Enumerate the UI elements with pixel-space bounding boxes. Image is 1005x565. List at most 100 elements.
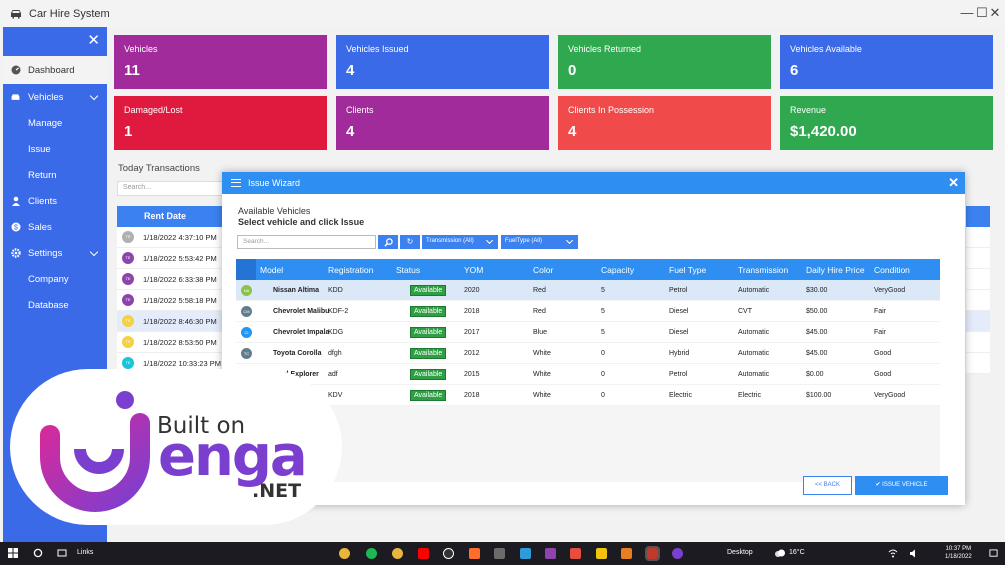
sidebar-item-manage[interactable]: Manage [3, 110, 107, 136]
system-clock[interactable]: 10:37 PM 1/18/2022 [945, 545, 972, 561]
vehicle-row[interactable]: TC Available Toyota Corolla dfgh 2012 White 0 H… [236, 343, 940, 364]
sidebar-item-label: Clients [28, 195, 58, 207]
refresh-button[interactable]: ↻ [400, 235, 420, 249]
stat-value: 4 [346, 62, 355, 79]
column-header-rent-date[interactable]: Rent Date [117, 206, 227, 227]
vehicle-color: White [533, 392, 551, 399]
active-app-icon[interactable] [645, 546, 660, 561]
notifications-icon[interactable] [989, 549, 998, 558]
issue-vehicle-button[interactable]: ✔ ISSUE VEHICLE [855, 476, 948, 495]
chrome-icon[interactable] [339, 548, 350, 559]
table-row[interactable]: TE 1/18/2022 8:46:30 PM [117, 311, 227, 332]
back-button[interactable]: << BACK [803, 476, 852, 495]
stat-card-clients: Clients 4 [336, 96, 549, 150]
sidebar-item-label: Dashboard [28, 64, 75, 76]
sidebar-item-label: Manage [28, 117, 63, 129]
sidebar-item-clients[interactable]: Clients [3, 188, 107, 214]
brave-icon[interactable] [469, 548, 480, 559]
vehicle-row[interactable]: FEAvailableFord Exploreradf2015White0Pet… [236, 364, 940, 385]
sidebar-item-sales[interactable]: $ Sales [3, 214, 107, 240]
status-badge: Available [410, 285, 447, 296]
search-icon[interactable] [33, 548, 43, 558]
vehicle-fuel-type: Electric [669, 392, 692, 399]
jenga-app-icon[interactable] [672, 548, 683, 559]
youtube-icon[interactable] [418, 548, 429, 559]
table-row[interactable]: TE 1/18/2022 8:53:50 PM [117, 332, 227, 353]
maximize-button[interactable]: ☐ [975, 5, 989, 21]
column-header-color[interactable]: Color [533, 265, 553, 275]
transactions-search-input[interactable]: Search... [117, 181, 227, 196]
desktop-toolbar[interactable]: Desktop [727, 549, 753, 556]
table-row[interactable]: TE 1/18/2022 5:58:18 PM [117, 290, 227, 311]
sidebar-item-return[interactable]: Return [3, 162, 107, 188]
sidebar-item-database[interactable]: Database [3, 292, 107, 318]
weather-temperature[interactable]: 16°C [789, 549, 805, 556]
sidebar-item-settings[interactable]: Settings [3, 240, 107, 266]
table-row-right [966, 290, 990, 311]
windows-start-icon[interactable] [8, 548, 18, 558]
chrome-canary-icon[interactable] [392, 548, 403, 559]
weather-cloud-icon [775, 549, 785, 557]
column-header-yom[interactable]: YOM [464, 265, 483, 275]
heading-text: Available Vehicles [238, 206, 311, 216]
transmission-filter-dropdown[interactable]: Transmission (All) [422, 235, 498, 249]
spotify-icon[interactable] [366, 548, 377, 559]
stat-label: Vehicles [124, 44, 158, 54]
table-row[interactable]: TE 1/18/2022 6:33:38 PM [117, 269, 227, 290]
vehicle-search-input[interactable]: Search... [237, 235, 376, 249]
app-icon[interactable] [494, 548, 505, 559]
table-row-right [966, 353, 990, 374]
close-icon[interactable]: ✕ [948, 175, 959, 191]
column-header-fuel-type[interactable]: Fuel Type [669, 265, 706, 275]
avatar: TE [122, 294, 134, 306]
visual-studio-icon[interactable] [545, 548, 556, 559]
car-icon [10, 92, 21, 103]
vehicle-row[interactable]: NA Available Nissan Altima KDD 2020 Red 5 Petro… [236, 280, 940, 301]
vehicle-row[interactable]: CI Available Chevrolet Impala KDG 2017 Blue 5 D… [236, 322, 940, 343]
column-header-model[interactable]: Model [260, 265, 283, 275]
figma-icon[interactable] [570, 548, 581, 559]
stat-value: 4 [346, 123, 355, 140]
vscode-icon[interactable] [520, 548, 531, 559]
vehicle-row[interactable]: CM Available Chevrolet Malibu KDF-2 2018 Red 5… [236, 301, 940, 322]
vehicle-fuel-type: Hybrid [669, 350, 690, 357]
rent-date: 1/18/2022 5:53:42 PM [143, 254, 217, 263]
vehicle-color: White [533, 350, 551, 357]
wifi-icon[interactable] [888, 549, 898, 558]
search-button[interactable] [378, 235, 398, 249]
minimize-button[interactable]: — [960, 5, 974, 20]
task-view-icon[interactable] [57, 548, 67, 558]
stat-card-revenue: Revenue $1,420.00 [780, 96, 993, 150]
column-header-status[interactable]: Status [396, 265, 420, 275]
column-header-registration[interactable]: Registration [328, 265, 373, 275]
app-icon[interactable] [621, 548, 632, 559]
table-row[interactable]: TE 1/18/2022 4:37:10 PM [117, 227, 227, 248]
fueltype-filter-dropdown[interactable]: FuelType (All) [501, 235, 578, 249]
menu-icon[interactable] [231, 179, 241, 187]
file-explorer-icon[interactable] [596, 548, 607, 559]
sidebar-close-icon[interactable]: ✕ [87, 31, 100, 49]
rent-date: 1/18/2022 4:37:10 PM [143, 233, 217, 242]
sidebar-item-dashboard[interactable]: Dashboard [3, 56, 107, 84]
links-toolbar[interactable]: Links [77, 549, 93, 556]
vehicle-registration: KDD [328, 287, 343, 294]
column-header-condition[interactable]: Condition [874, 265, 910, 275]
chevron-down-icon [89, 91, 99, 101]
dropdown-value: FuelType (All) [505, 238, 543, 244]
vehicle-model: Chevrolet Malibu [273, 308, 330, 315]
vehicle-fuel-type: Diesel [669, 308, 689, 315]
column-header-capacity[interactable]: Capacity [601, 265, 634, 275]
sidebar-item-company[interactable]: Company [3, 266, 107, 292]
close-button[interactable]: ✕ [988, 5, 1002, 21]
sidebar-item-vehicles[interactable]: Vehicles [3, 84, 107, 110]
github-icon[interactable] [443, 548, 454, 559]
column-header-transmission[interactable]: Transmission [738, 265, 788, 275]
table-row[interactable]: TE 1/18/2022 5:53:42 PM [117, 248, 227, 269]
status-badge: Available [410, 306, 447, 317]
stat-label: Vehicles Available [790, 44, 862, 54]
volume-icon[interactable] [909, 549, 919, 558]
sidebar-item-issue[interactable]: Issue [3, 136, 107, 162]
column-header-daily-hire-price[interactable]: Daily Hire Price [806, 265, 865, 275]
vehicle-row[interactable]: Available KDV 2018 White 0 Electric Electric $1… [236, 385, 940, 406]
vehicle-yom: 2020 [464, 287, 480, 294]
